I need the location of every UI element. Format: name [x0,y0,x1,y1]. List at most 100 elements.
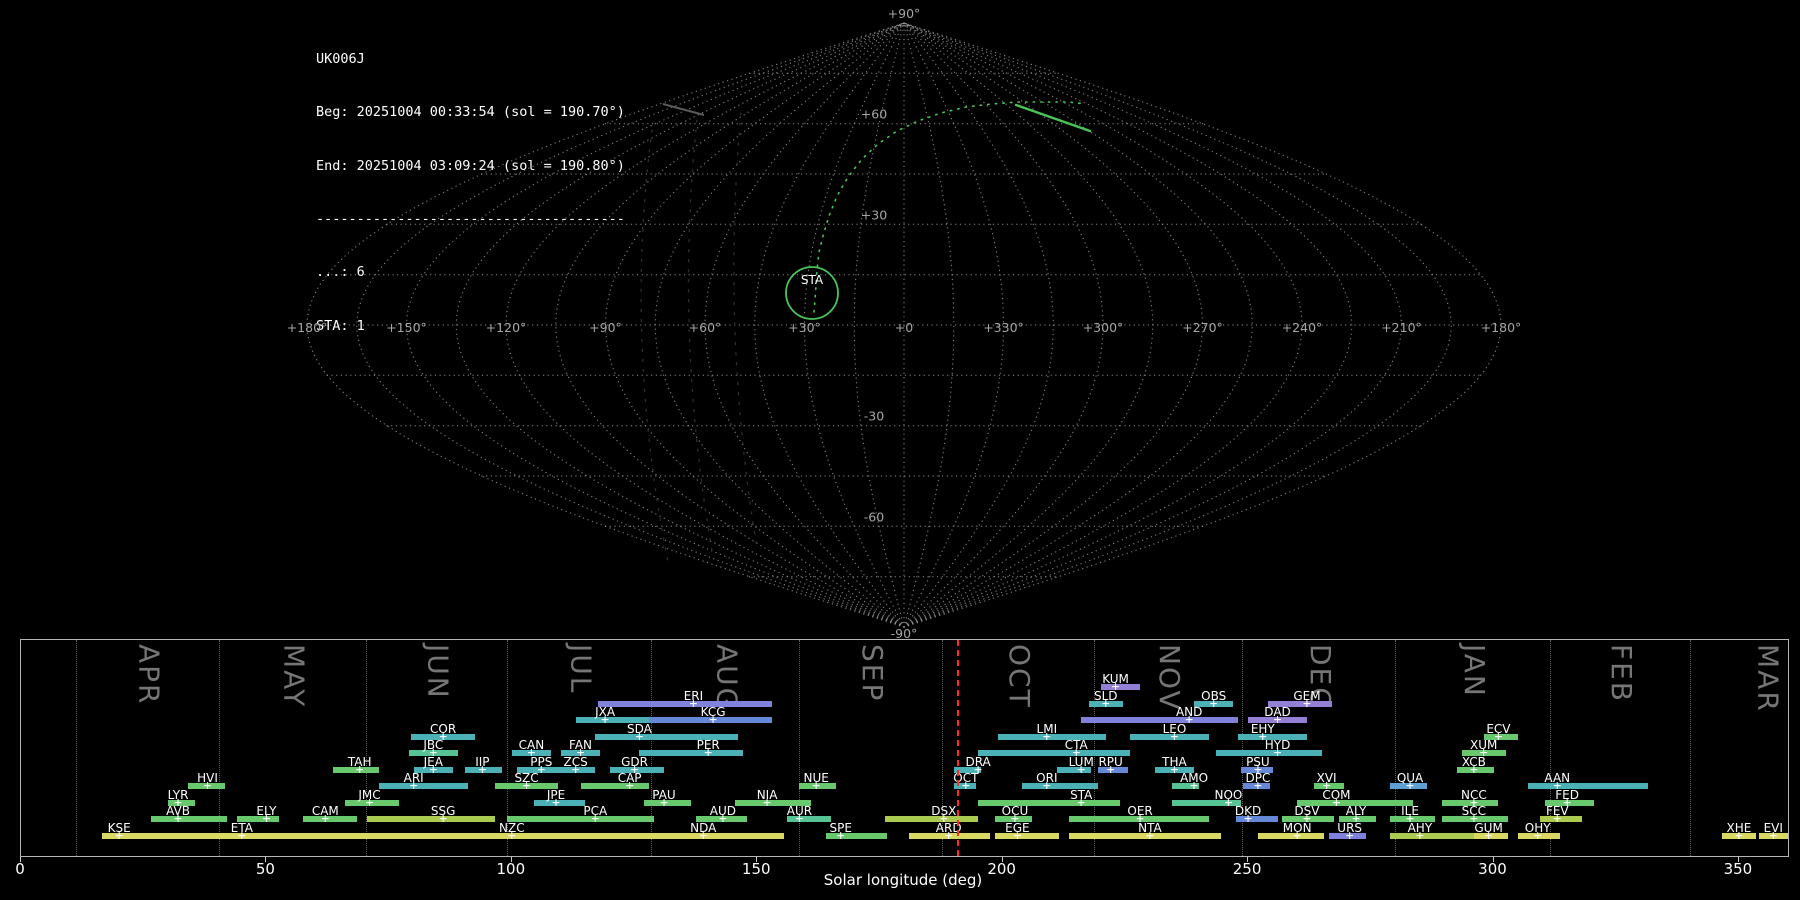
shower-code-label: LEO [1163,723,1187,735]
shower-code-label: HVI [197,772,218,784]
month-label: SEP [856,644,889,702]
shower-code-label: RPU [1098,756,1122,768]
month-boundary-line [1094,640,1095,856]
x-tick-label: 200 [987,860,1016,878]
sporadic-meteor-track [641,130,668,562]
shower-code-label: NIA [757,789,778,801]
shower-code-label: AND [1176,706,1202,718]
shower-code-label: KCG [701,706,726,718]
shower-code-label: DRA [965,756,990,768]
shower-code-label: HYD [1265,739,1291,751]
shower-code-label: DAD [1264,706,1290,718]
shower-code-label: NCC [1461,789,1487,801]
north-pole-label: +90° [888,6,921,21]
shower-code-label: SSG [431,805,456,817]
longitude-label: +270° [1182,320,1223,335]
shower-radiant-label: STA [801,273,824,287]
latitude-label: +30 [861,207,887,222]
longitude-label: +150° [386,320,427,335]
x-tick-label: 0 [15,860,25,878]
month-label: NOV [1153,644,1186,712]
meteor-trail [1016,105,1090,131]
shower-code-label: AUR [787,805,812,817]
shower-code-label: IIP [475,756,489,768]
sporadic-meteor-track [688,120,713,556]
shower-code-label: NZC [499,822,525,834]
shower-code-label: NUE [803,772,828,784]
shower-code-label: AAN [1544,772,1570,784]
shower-activity-bar [1081,717,1238,723]
shower-code-label: ILE [1401,805,1419,817]
shower-code-label: LMI [1037,723,1058,735]
sporadic-meteor-track [734,113,757,548]
shower-activity-bar [136,833,379,839]
shower-code-label: AMO [1180,772,1208,784]
shower-code-label: ERI [684,690,703,702]
meteor-radiant-and-activity-plot: UK006J Beg: 20251004 00:33:54 (sol = 190… [0,0,1800,900]
shower-code-label: EGE [1005,822,1029,834]
shower-code-label: LUM [1069,756,1094,768]
shower-code-label: PPS [530,756,552,768]
shower-code-label: XUM [1470,739,1497,751]
month-boundary-line [76,640,77,856]
shower-code-label: STA [1070,789,1092,801]
shower-code-label: NDA [690,822,716,834]
shower-code-label: COR [430,723,456,735]
month-boundary-line [1242,640,1243,856]
longitude-label: +120° [486,320,527,335]
shower-code-label: DPC [1245,772,1270,784]
shower-code-label: AUD [710,805,736,817]
shower-code-label: ALY [1346,805,1367,817]
shower-code-label: QUA [1397,772,1423,784]
shower-code-label: AHY [1408,822,1433,834]
shower-code-label: TAH [348,756,372,768]
shower-code-label: PAU [652,789,675,801]
month-label: APR [133,644,166,706]
longitude-label: +180° [287,320,328,335]
shower-code-label: CTA [1065,739,1088,751]
month-boundary-line [651,640,652,856]
x-tick-label: 250 [1233,860,1262,878]
shower-code-label: CAN [519,739,545,751]
shower-code-label: GDR [621,756,648,768]
month-boundary-line [219,640,220,856]
shower-code-label: JBC [423,739,443,751]
shower-code-label: CAM [312,805,339,817]
longitude-label: +90° [589,320,622,335]
longitude-label: +210° [1381,320,1422,335]
shower-code-label: JMC [358,789,380,801]
x-axis-label: Solar longitude (deg) [824,871,982,889]
longitude-label: +180° [1481,320,1522,335]
shower-code-label: SZC [514,772,538,784]
shower-code-label: THA [1162,756,1187,768]
x-tick-label: 350 [1724,860,1753,878]
shower-code-label: ELY [256,805,276,817]
shower-code-label: ZCS [564,756,588,768]
shower-code-label: FAN [569,739,592,751]
shower-code-label: COM [1322,789,1350,801]
shower-activity-bar [507,816,654,822]
month-label: JUL [564,644,597,694]
shower-code-label: ETA [231,822,253,834]
shower-code-label: AVB [166,805,190,817]
shower-code-label: JEA [424,756,443,768]
shower-activity-bar [639,750,742,756]
shower-code-label: XCB [1462,756,1486,768]
shower-code-label: OBS [1201,690,1226,702]
shower-code-label: LYR [168,789,189,801]
shower-code-label: EHY [1251,723,1275,735]
longitude-label: +30° [788,320,821,335]
shower-code-label: JXA [595,706,615,718]
month-label: JAN [1458,644,1491,698]
x-tick-label: 300 [1478,860,1507,878]
month-label: MAY [278,644,311,708]
shower-activity-chart: APRMAYJUNJULAUGSEPOCTNOVDECJANFEBMAR+KUM… [20,639,1789,857]
shower-code-label: SLD [1094,690,1118,702]
month-label: MAR [1751,644,1784,713]
shower-code-label: NOO [1215,789,1243,801]
x-tick-label: 100 [497,860,526,878]
shower-code-label: GEM [1293,690,1320,702]
south-pole-label: -90° [891,626,918,640]
longitude-label: +240° [1282,320,1323,335]
sporadic-meteor-track [663,104,704,115]
